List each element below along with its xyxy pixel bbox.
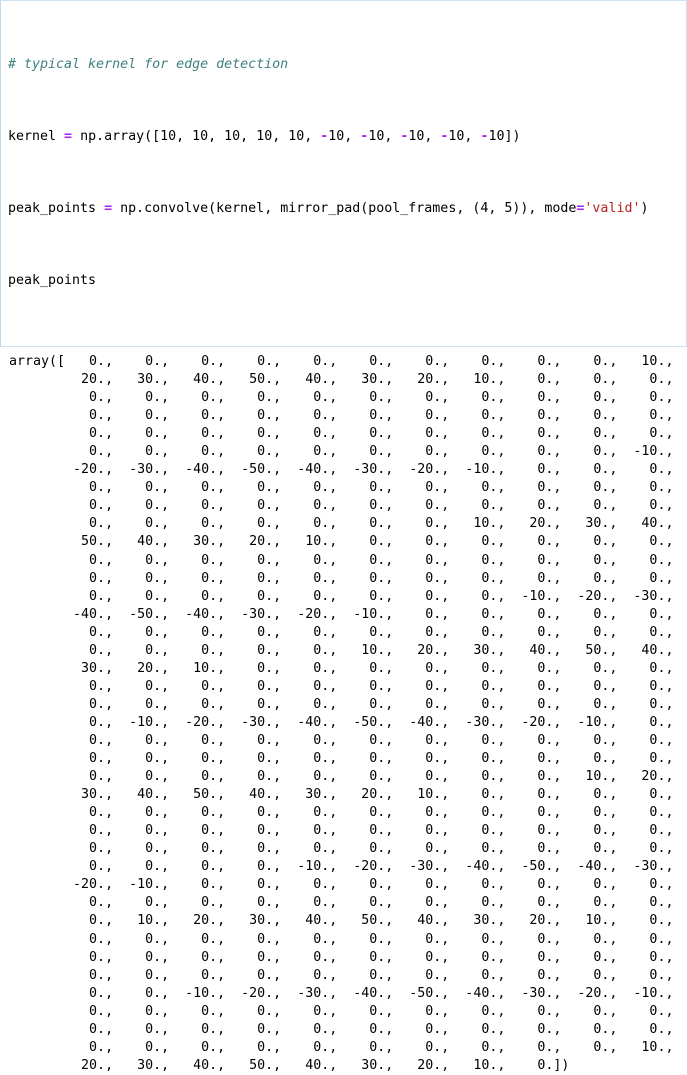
close-paren: )	[640, 201, 649, 216]
python-comment: # typical kernel for edge detection	[8, 57, 289, 72]
numpy-array-output: array([ 0., 0., 0., 0., 0., 0., 0., 0., …	[9, 354, 674, 1073]
number-2: 10,	[368, 129, 401, 144]
variable-peak-points: peak_points	[8, 201, 97, 216]
variable-kernel: kernel	[8, 129, 57, 144]
code-line-2: kernel = np.array([10, 10, 10, 10, 10, -…	[8, 128, 686, 146]
number-1: 10,	[328, 129, 361, 144]
np-convolve-call: np.convolve(kernel, mirror_pad(pool_fram…	[120, 201, 577, 216]
number-3: 10,	[408, 129, 441, 144]
np-array-call: np.array([10, 10, 10, 10, 10,	[80, 129, 321, 144]
assign-operator-2: =	[96, 201, 121, 216]
code-line-3: peak_points = np.convolve(kernel, mirror…	[8, 200, 686, 218]
number-5: 10])	[488, 129, 521, 144]
code-input-area[interactable]: # typical kernel for edge detection kern…	[0, 0, 687, 347]
cell-output-area: array([ 0., 0., 0., 0., 0., 0., 0., 0., …	[0, 347, 687, 1075]
notebook-code-cell: # typical kernel for edge detection kern…	[0, 0, 687, 1075]
string-literal-valid: 'valid'	[584, 201, 641, 216]
code-line-4: peak_points	[8, 272, 686, 290]
number-4: 10,	[448, 129, 481, 144]
code-line-1: # typical kernel for edge detection	[8, 56, 686, 74]
assign-operator: =	[56, 129, 81, 144]
variable-peak-points-echo: peak_points	[8, 273, 97, 288]
code-editor[interactable]: # typical kernel for edge detection kern…	[1, 2, 686, 344]
